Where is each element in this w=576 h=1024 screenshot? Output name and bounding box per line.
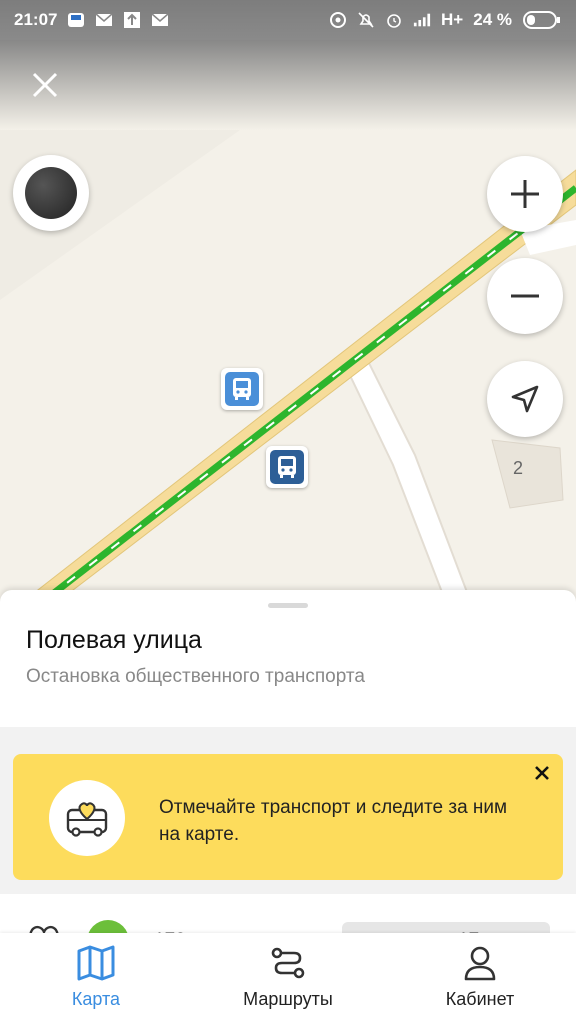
avatar [25, 167, 77, 219]
minus-icon [511, 294, 539, 298]
bus-stop-marker-selected[interactable] [266, 446, 308, 488]
bus-notification-icon [67, 12, 85, 28]
routes-icon [271, 947, 305, 979]
status-time: 21:07 [14, 10, 58, 29]
alarm-icon [385, 12, 403, 28]
tab-routes[interactable]: Маршруты [192, 933, 384, 1024]
bus-stop-marker[interactable] [221, 368, 263, 410]
profile-avatar-button[interactable] [13, 155, 89, 231]
status-bar: 21:07 H+ 24 % [0, 0, 576, 40]
signal-icon [413, 12, 431, 28]
promo-banner[interactable]: Отмечайте транспорт и следите за ним на … [13, 754, 563, 880]
close-icon [32, 72, 58, 98]
map-view[interactable]: 2 [0, 0, 576, 600]
zoom-out-button[interactable] [487, 258, 563, 334]
tab-map[interactable]: Карта [0, 933, 192, 1024]
close-icon [535, 766, 549, 780]
close-button[interactable] [26, 66, 64, 104]
promo-text: Отмечайте транспорт и следите за ним на … [159, 797, 508, 845]
upload-notification-icon [123, 12, 141, 28]
tab-account[interactable]: Кабинет [384, 933, 576, 1024]
top-gradient [0, 40, 576, 130]
bus-icon [278, 456, 296, 478]
zoom-in-button[interactable] [487, 156, 563, 232]
stop-title: Полевая улица [26, 626, 202, 654]
mail-notification-icon-2 [151, 12, 169, 28]
user-icon [464, 946, 496, 981]
tab-routes-label: Маршруты [243, 989, 333, 1009]
transport-heart-icon [49, 780, 125, 856]
my-location-button[interactable] [487, 361, 563, 437]
stop-subtitle: Остановка общественного транспорта [26, 666, 365, 687]
promo-close-button[interactable] [531, 762, 553, 784]
bottom-tab-bar: Карта Маршруты Кабинет [0, 933, 576, 1024]
plus-icon [511, 180, 539, 208]
location-arrow-icon [511, 385, 539, 413]
mute-icon [357, 12, 375, 28]
battery-icon [522, 11, 562, 29]
building-number-label: 2 [513, 458, 524, 478]
map-icon [77, 945, 115, 981]
battery-percent: 24 % [473, 10, 512, 29]
hotspot-icon [329, 12, 347, 28]
network-type: H+ [441, 10, 464, 29]
tab-account-label: Кабинет [445, 989, 515, 1009]
sheet-drag-handle[interactable] [268, 603, 308, 608]
bus-icon [233, 378, 251, 400]
tab-map-label: Карта [71, 989, 121, 1009]
mail-notification-icon [95, 12, 113, 28]
